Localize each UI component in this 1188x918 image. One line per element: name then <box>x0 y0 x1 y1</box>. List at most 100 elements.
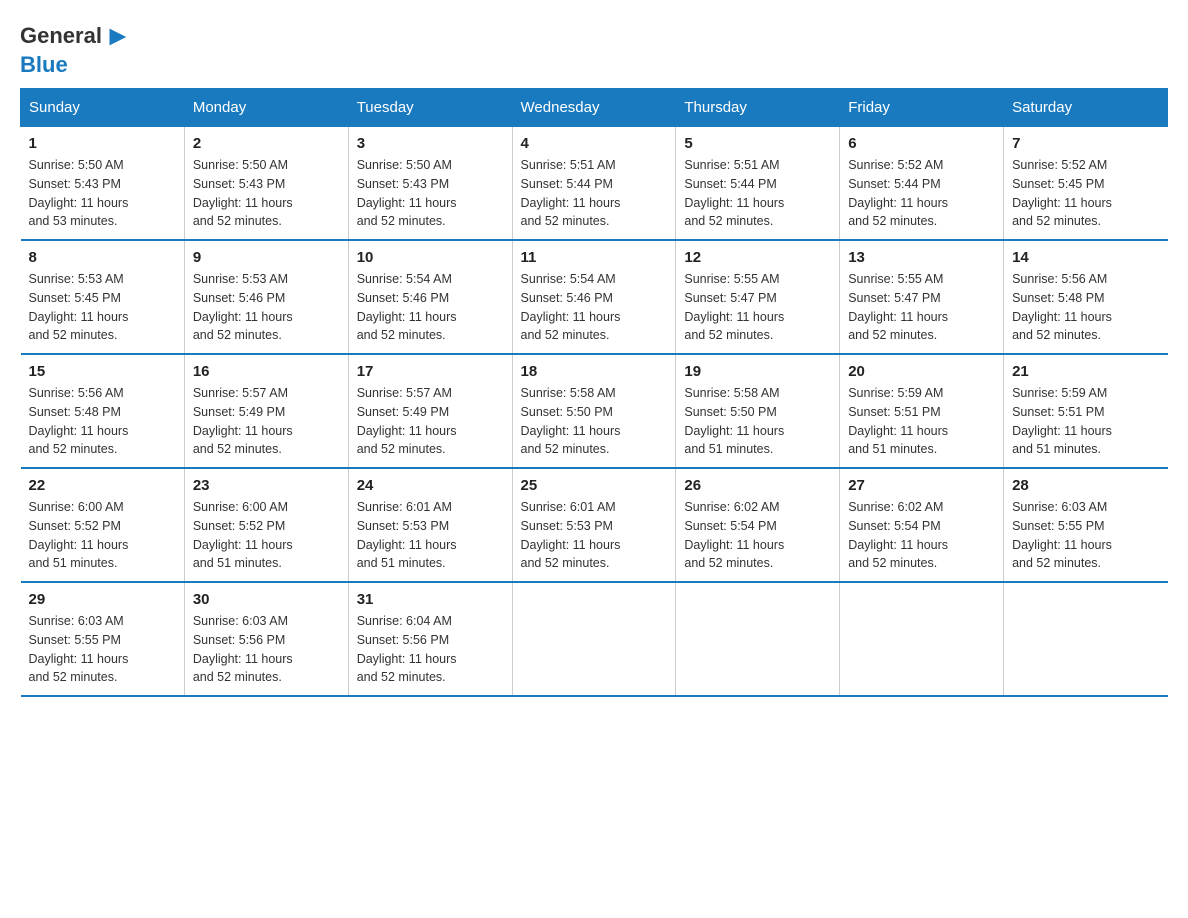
calendar-cell: 13 Sunrise: 5:55 AM Sunset: 5:47 PM Dayl… <box>840 240 1004 354</box>
header-sunday: Sunday <box>21 89 185 127</box>
calendar-cell: 30 Sunrise: 6:03 AM Sunset: 5:56 PM Dayl… <box>184 582 348 696</box>
day-number: 15 <box>29 363 176 380</box>
day-info: Sunrise: 6:01 AM Sunset: 5:53 PM Dayligh… <box>357 498 504 573</box>
day-number: 2 <box>193 135 340 152</box>
day-number: 23 <box>193 477 340 494</box>
day-info: Sunrise: 5:59 AM Sunset: 5:51 PM Dayligh… <box>848 384 995 459</box>
day-info: Sunrise: 5:57 AM Sunset: 5:49 PM Dayligh… <box>357 384 504 459</box>
calendar-cell: 19 Sunrise: 5:58 AM Sunset: 5:50 PM Dayl… <box>676 354 840 468</box>
calendar-cell: 15 Sunrise: 5:56 AM Sunset: 5:48 PM Dayl… <box>21 354 185 468</box>
day-info: Sunrise: 5:52 AM Sunset: 5:44 PM Dayligh… <box>848 156 995 231</box>
day-info: Sunrise: 5:50 AM Sunset: 5:43 PM Dayligh… <box>357 156 504 231</box>
day-info: Sunrise: 5:56 AM Sunset: 5:48 PM Dayligh… <box>1012 270 1159 345</box>
logo-arrow-icon: ► <box>104 20 132 52</box>
logo-general-text: General <box>20 23 102 49</box>
day-number: 31 <box>357 591 504 608</box>
day-number: 7 <box>1012 135 1159 152</box>
day-info: Sunrise: 6:02 AM Sunset: 5:54 PM Dayligh… <box>684 498 831 573</box>
calendar-cell: 2 Sunrise: 5:50 AM Sunset: 5:43 PM Dayli… <box>184 127 348 241</box>
day-number: 17 <box>357 363 504 380</box>
day-info: Sunrise: 6:01 AM Sunset: 5:53 PM Dayligh… <box>521 498 668 573</box>
day-number: 1 <box>29 135 176 152</box>
day-info: Sunrise: 6:03 AM Sunset: 5:55 PM Dayligh… <box>29 612 176 687</box>
day-info: Sunrise: 5:59 AM Sunset: 5:51 PM Dayligh… <box>1012 384 1159 459</box>
day-info: Sunrise: 6:00 AM Sunset: 5:52 PM Dayligh… <box>193 498 340 573</box>
day-number: 12 <box>684 249 831 266</box>
day-number: 13 <box>848 249 995 266</box>
calendar-cell: 17 Sunrise: 5:57 AM Sunset: 5:49 PM Dayl… <box>348 354 512 468</box>
logo-blue-text: Blue <box>20 52 68 78</box>
calendar-cell: 25 Sunrise: 6:01 AM Sunset: 5:53 PM Dayl… <box>512 468 676 582</box>
week-row-4: 22 Sunrise: 6:00 AM Sunset: 5:52 PM Dayl… <box>21 468 1168 582</box>
calendar-cell: 26 Sunrise: 6:02 AM Sunset: 5:54 PM Dayl… <box>676 468 840 582</box>
logo: General ► Blue <box>20 20 134 78</box>
calendar-cell: 12 Sunrise: 5:55 AM Sunset: 5:47 PM Dayl… <box>676 240 840 354</box>
calendar-cell: 29 Sunrise: 6:03 AM Sunset: 5:55 PM Dayl… <box>21 582 185 696</box>
day-info: Sunrise: 6:03 AM Sunset: 5:55 PM Dayligh… <box>1012 498 1159 573</box>
day-number: 5 <box>684 135 831 152</box>
day-info: Sunrise: 6:02 AM Sunset: 5:54 PM Dayligh… <box>848 498 995 573</box>
day-info: Sunrise: 5:58 AM Sunset: 5:50 PM Dayligh… <box>521 384 668 459</box>
calendar-cell: 24 Sunrise: 6:01 AM Sunset: 5:53 PM Dayl… <box>348 468 512 582</box>
day-info: Sunrise: 5:53 AM Sunset: 5:46 PM Dayligh… <box>193 270 340 345</box>
day-number: 10 <box>357 249 504 266</box>
day-number: 6 <box>848 135 995 152</box>
header-monday: Monday <box>184 89 348 127</box>
days-header-row: SundayMondayTuesdayWednesdayThursdayFrid… <box>21 89 1168 127</box>
calendar-cell: 8 Sunrise: 5:53 AM Sunset: 5:45 PM Dayli… <box>21 240 185 354</box>
day-info: Sunrise: 5:51 AM Sunset: 5:44 PM Dayligh… <box>521 156 668 231</box>
calendar-cell <box>512 582 676 696</box>
day-info: Sunrise: 5:51 AM Sunset: 5:44 PM Dayligh… <box>684 156 831 231</box>
day-info: Sunrise: 5:54 AM Sunset: 5:46 PM Dayligh… <box>521 270 668 345</box>
day-number: 3 <box>357 135 504 152</box>
header-wednesday: Wednesday <box>512 89 676 127</box>
day-number: 18 <box>521 363 668 380</box>
week-row-2: 8 Sunrise: 5:53 AM Sunset: 5:45 PM Dayli… <box>21 240 1168 354</box>
day-info: Sunrise: 6:03 AM Sunset: 5:56 PM Dayligh… <box>193 612 340 687</box>
week-row-3: 15 Sunrise: 5:56 AM Sunset: 5:48 PM Dayl… <box>21 354 1168 468</box>
calendar-cell: 22 Sunrise: 6:00 AM Sunset: 5:52 PM Dayl… <box>21 468 185 582</box>
day-number: 11 <box>521 249 668 266</box>
calendar-cell <box>840 582 1004 696</box>
day-info: Sunrise: 5:55 AM Sunset: 5:47 PM Dayligh… <box>684 270 831 345</box>
day-number: 27 <box>848 477 995 494</box>
calendar-cell: 18 Sunrise: 5:58 AM Sunset: 5:50 PM Dayl… <box>512 354 676 468</box>
day-info: Sunrise: 5:56 AM Sunset: 5:48 PM Dayligh… <box>29 384 176 459</box>
day-number: 26 <box>684 477 831 494</box>
calendar-table: SundayMondayTuesdayWednesdayThursdayFrid… <box>20 88 1168 697</box>
calendar-cell: 11 Sunrise: 5:54 AM Sunset: 5:46 PM Dayl… <box>512 240 676 354</box>
page-header: General ► Blue <box>20 20 1168 78</box>
header-thursday: Thursday <box>676 89 840 127</box>
day-info: Sunrise: 6:04 AM Sunset: 5:56 PM Dayligh… <box>357 612 504 687</box>
calendar-cell: 1 Sunrise: 5:50 AM Sunset: 5:43 PM Dayli… <box>21 127 185 241</box>
day-number: 24 <box>357 477 504 494</box>
day-number: 30 <box>193 591 340 608</box>
calendar-cell: 10 Sunrise: 5:54 AM Sunset: 5:46 PM Dayl… <box>348 240 512 354</box>
week-row-1: 1 Sunrise: 5:50 AM Sunset: 5:43 PM Dayli… <box>21 127 1168 241</box>
calendar-cell: 7 Sunrise: 5:52 AM Sunset: 5:45 PM Dayli… <box>1004 127 1168 241</box>
day-number: 28 <box>1012 477 1159 494</box>
calendar-cell: 28 Sunrise: 6:03 AM Sunset: 5:55 PM Dayl… <box>1004 468 1168 582</box>
calendar-cell <box>676 582 840 696</box>
calendar-cell: 31 Sunrise: 6:04 AM Sunset: 5:56 PM Dayl… <box>348 582 512 696</box>
calendar-cell: 6 Sunrise: 5:52 AM Sunset: 5:44 PM Dayli… <box>840 127 1004 241</box>
day-number: 22 <box>29 477 176 494</box>
day-info: Sunrise: 5:53 AM Sunset: 5:45 PM Dayligh… <box>29 270 176 345</box>
day-number: 14 <box>1012 249 1159 266</box>
day-info: Sunrise: 5:50 AM Sunset: 5:43 PM Dayligh… <box>193 156 340 231</box>
day-number: 16 <box>193 363 340 380</box>
calendar-cell: 14 Sunrise: 5:56 AM Sunset: 5:48 PM Dayl… <box>1004 240 1168 354</box>
day-info: Sunrise: 5:55 AM Sunset: 5:47 PM Dayligh… <box>848 270 995 345</box>
calendar-cell: 23 Sunrise: 6:00 AM Sunset: 5:52 PM Dayl… <box>184 468 348 582</box>
day-number: 19 <box>684 363 831 380</box>
calendar-cell: 27 Sunrise: 6:02 AM Sunset: 5:54 PM Dayl… <box>840 468 1004 582</box>
calendar-cell: 20 Sunrise: 5:59 AM Sunset: 5:51 PM Dayl… <box>840 354 1004 468</box>
day-number: 20 <box>848 363 995 380</box>
day-info: Sunrise: 5:57 AM Sunset: 5:49 PM Dayligh… <box>193 384 340 459</box>
calendar-cell: 4 Sunrise: 5:51 AM Sunset: 5:44 PM Dayli… <box>512 127 676 241</box>
day-info: Sunrise: 6:00 AM Sunset: 5:52 PM Dayligh… <box>29 498 176 573</box>
day-number: 4 <box>521 135 668 152</box>
day-info: Sunrise: 5:58 AM Sunset: 5:50 PM Dayligh… <box>684 384 831 459</box>
day-info: Sunrise: 5:54 AM Sunset: 5:46 PM Dayligh… <box>357 270 504 345</box>
day-number: 9 <box>193 249 340 266</box>
